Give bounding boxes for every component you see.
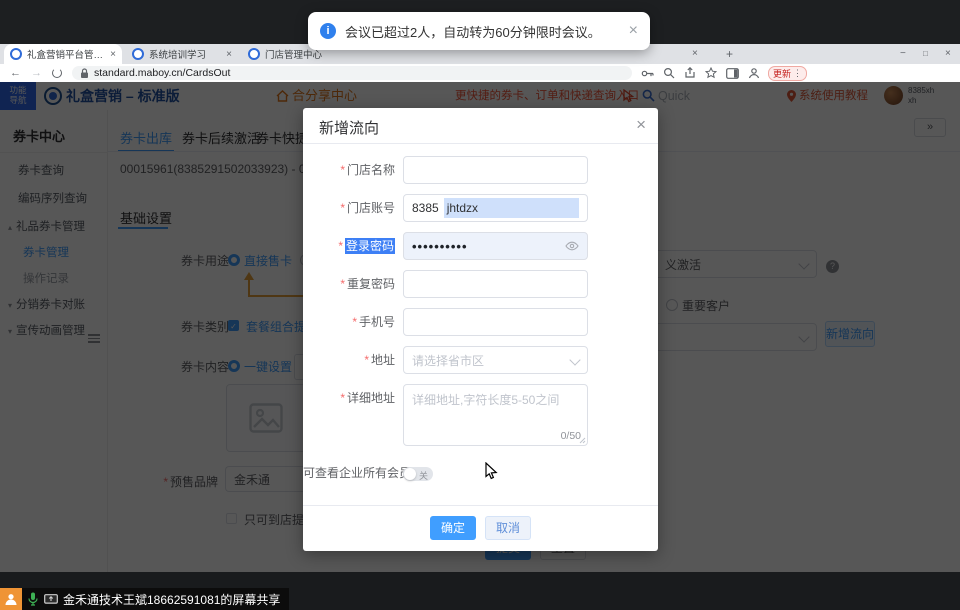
participant-avatar-icon [0,588,22,610]
toast-close-icon[interactable]: × [629,22,638,40]
password-dots: •••••••••• [412,239,565,254]
share-bar-text: 金禾通技术王斌18662591081的屏幕共享 [63,591,280,608]
account-value-selected: jhtdzx [444,198,579,218]
tab-close-icon[interactable]: × [226,49,232,60]
store-account-input[interactable]: 8385 jhtdzx [403,194,588,222]
tab-close-icon[interactable]: × [110,49,116,60]
zoom-icon[interactable] [663,67,675,79]
share-icon[interactable] [684,67,696,79]
bookmark-star-icon[interactable] [705,67,717,79]
switch-knob [404,468,416,480]
key-icon[interactable] [641,68,654,79]
share-bar-body: 金禾通技术王斌18662591081的屏幕共享 [22,588,289,610]
form-row-password: *登录密码 •••••••••• [303,232,658,260]
confirm-button[interactable]: 确定 [430,516,476,540]
password-input[interactable]: •••••••••• [403,232,588,260]
info-icon: i [320,23,336,39]
address-placeholder: 详细地址,字符长度5-50之间 [412,393,559,407]
region-select[interactable]: 请选择省市区 [403,346,588,374]
address-textarea[interactable]: 详细地址,字符长度5-50之间 0/50 [403,384,588,446]
site-favicon-icon [132,48,144,60]
form-row-member-toggle: 可查看企业所有会员 关 [303,460,658,486]
dialog-header: 新增流向 × [303,108,658,144]
profile-icon[interactable] [748,67,760,79]
repeat-password-label: 重复密码 [347,277,395,291]
screen-share-bar: 金禾通技术王斌18662591081的屏幕共享 [0,588,289,610]
url-text: standard.maboy.cn/CardsOut [94,67,230,79]
forward-icon[interactable]: → [31,67,42,79]
url-field[interactable]: standard.maboy.cn/CardsOut [72,66,632,80]
window-minimize-button[interactable]: − [900,44,906,64]
form-row-store-name: *门店名称 [303,156,658,184]
meeting-toast: i 会议已超过2人，自动转为60分钟限时会议。 × [308,12,650,50]
chevron-down-icon [569,354,580,365]
cancel-button[interactable]: 取消 [485,516,531,540]
new-tab-button[interactable]: + [726,44,733,64]
browser-update-button[interactable]: 更新 ⋮ [768,66,807,81]
screen-share-icon [44,594,58,605]
mouse-cursor-icon [485,462,498,480]
form-row-phone: *手机号 [303,308,658,336]
phone-input[interactable] [403,308,588,336]
form-row-account: *门店账号 8385 jhtdzx [303,194,658,222]
browser-tab[interactable]: 系统培训学习 × [126,44,238,64]
tab-title: 礼盒营销平台管理中心 [27,47,106,61]
dialog-close-icon[interactable]: × [636,115,646,135]
resize-handle-icon[interactable] [579,437,586,444]
browser-tab-active[interactable]: 礼盒营销平台管理中心 × [4,44,122,64]
member-toggle-switch[interactable]: 关 [403,467,433,481]
phone-label: 手机号 [359,315,395,329]
dialog-footer: 确定 取消 [303,505,658,551]
form-row-repeat-password: *重复密码 [303,270,658,298]
account-prefix: 8385 [412,201,439,215]
browser-address-bar: ← → standard.maboy.cn/CardsOut 更新 ⋮ [0,64,960,82]
switch-state-label: 关 [419,469,428,482]
repeat-password-input[interactable] [403,270,588,298]
region-label: 地址 [371,353,395,367]
toast-message: 会议已超过2人，自动转为60分钟限时会议。 [345,22,623,41]
dialog-body: *门店名称 *门店账号 8385 jhtdzx *登录密码 •••••••••• [303,144,658,486]
back-icon[interactable]: ← [10,67,21,79]
eye-icon[interactable] [565,241,579,251]
browser-menu-icon[interactable]: ⋮ [793,68,802,79]
tab-close-icon[interactable]: × [692,44,698,64]
form-row-region: *地址 请选择省市区 [303,346,658,374]
window-close-button[interactable]: × [945,44,951,64]
microphone-icon [28,592,38,606]
reload-icon[interactable] [52,68,62,78]
password-label-selected: 登录密码 [345,238,395,254]
store-account-label: 门店账号 [347,201,395,215]
store-name-input[interactable] [403,156,588,184]
window-maximize-button[interactable]: □ [923,44,928,64]
member-toggle-label: 可查看企业所有会员 [303,460,403,486]
add-flow-dialog: 新增流向 × *门店名称 *门店账号 8385 jhtdzx *登录密码 •••… [303,108,658,551]
lock-icon [80,68,89,79]
region-placeholder: 请选择省市区 [412,352,484,369]
tab-title: 系统培训学习 [149,47,222,61]
side-panel-icon[interactable] [726,68,739,79]
dialog-title: 新增流向 [319,117,379,138]
store-name-label: 门店名称 [347,163,395,177]
site-favicon-icon [248,48,260,60]
char-counter: 0/50 [561,430,581,442]
site-favicon-icon [10,48,22,60]
address-label: 详细地址 [347,391,395,405]
form-row-address: *详细地址 详细地址,字符长度5-50之间 0/50 [303,384,658,446]
